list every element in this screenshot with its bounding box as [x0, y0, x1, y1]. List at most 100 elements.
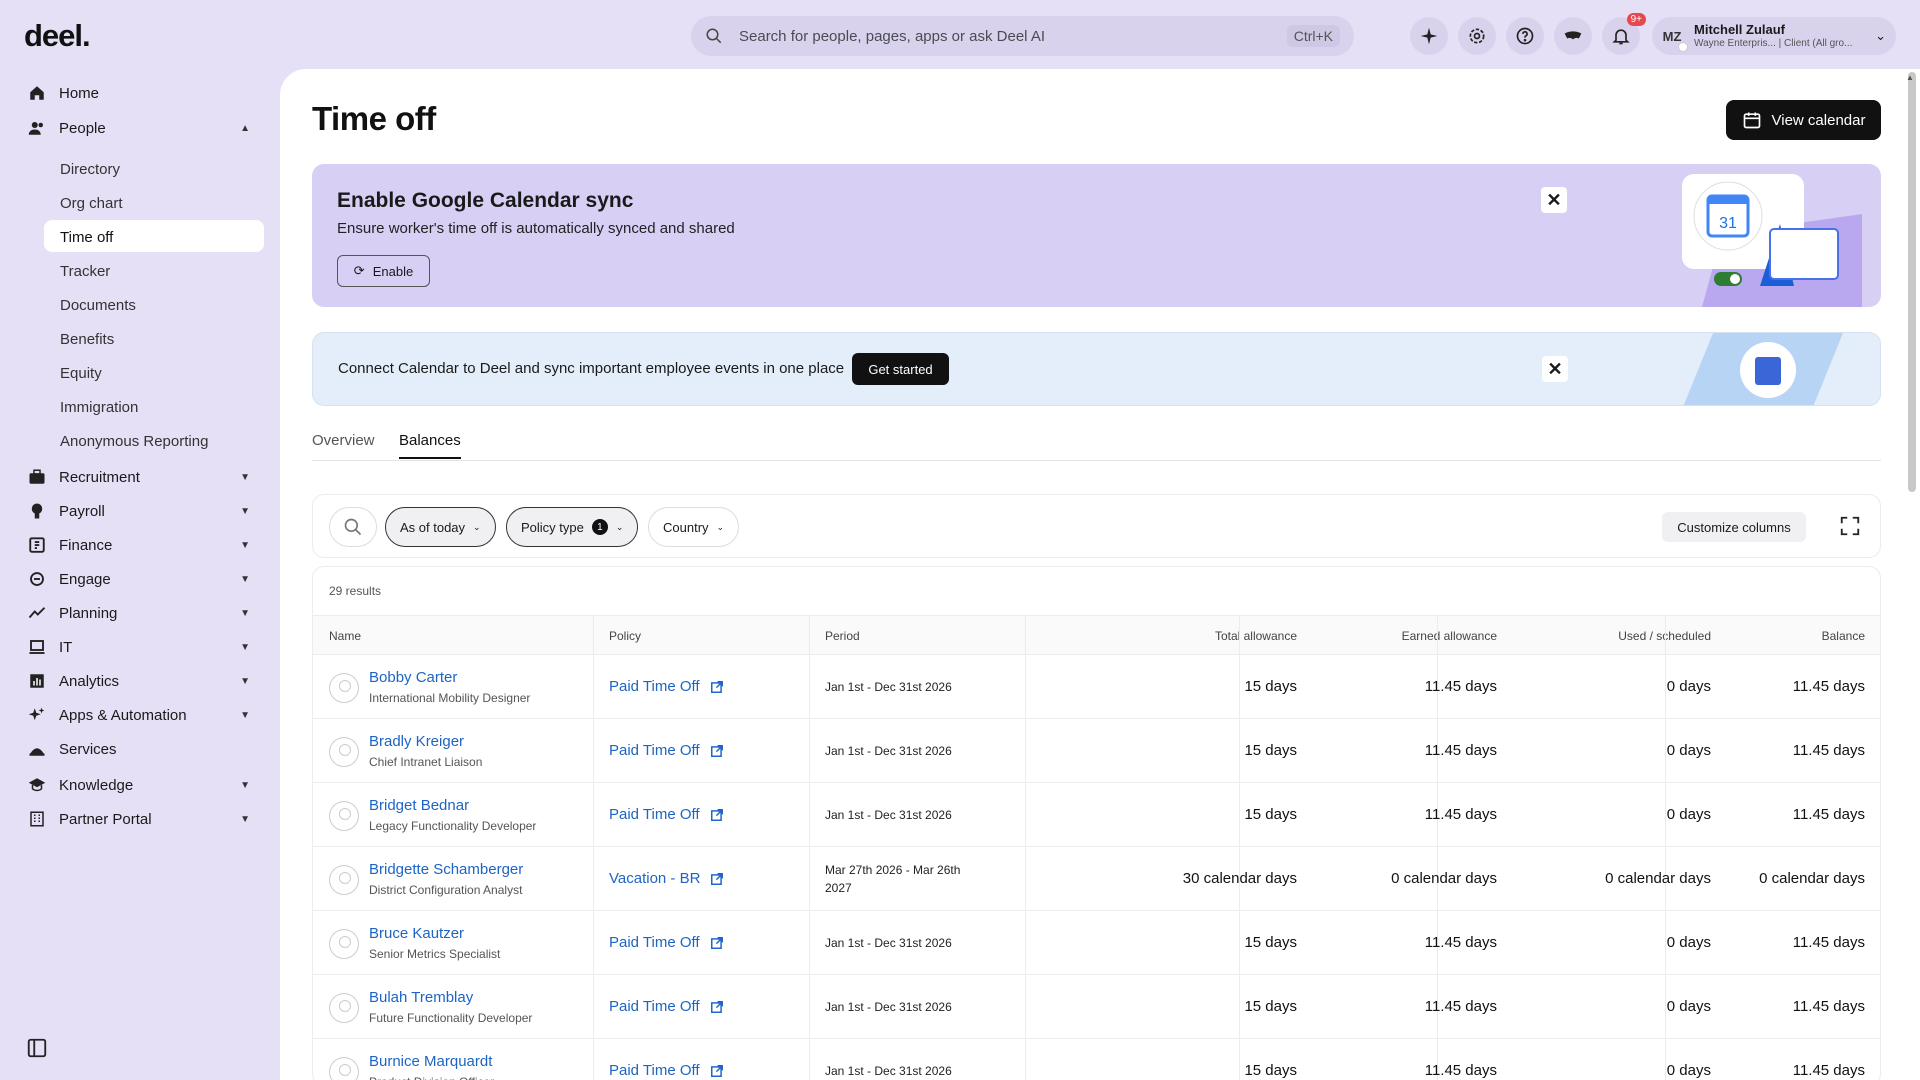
- sidebar-item-planning[interactable]: Planning ▼: [28, 604, 250, 622]
- chevron-down-icon: ▼: [240, 573, 250, 585]
- mask-icon: [1564, 31, 1582, 40]
- employee-name-link[interactable]: Burnice Marquardt: [369, 1053, 492, 1070]
- close-icon: ✕: [1547, 358, 1563, 379]
- header-total-allowance[interactable]: Total allowance: [1173, 629, 1297, 643]
- sidebar-item-label: Knowledge: [59, 776, 134, 794]
- chevron-down-icon: ▼: [240, 505, 250, 517]
- fullscreen-icon[interactable]: [1839, 515, 1861, 537]
- sidebar-sub-benefits[interactable]: Benefits: [44, 322, 264, 354]
- sidebar-item-apps-automation[interactable]: Apps & Automation ▼: [28, 706, 250, 724]
- total-allowance: 15 days: [1244, 934, 1297, 951]
- global-search-input[interactable]: Search for people, pages, apps or ask De…: [691, 16, 1354, 56]
- employee-role: Chief Intranet Liaison: [369, 755, 483, 769]
- header-earned-allowance[interactable]: Earned allowance: [1373, 629, 1497, 643]
- view-calendar-label: View calendar: [1771, 111, 1866, 129]
- total-allowance: 15 days: [1244, 742, 1297, 759]
- sidebar: Home People ▲ Directory Org chart Time o…: [0, 72, 280, 1080]
- chevron-down-icon: ▼: [240, 539, 250, 551]
- policy-type-filter[interactable]: Policy type 1 ⌄: [506, 507, 639, 547]
- table-row: Bobby Carter International Mobility Desig…: [313, 655, 1880, 719]
- sidebar-item-payroll[interactable]: Payroll ▼: [28, 502, 250, 520]
- enable-button[interactable]: ⟳ Enable: [337, 255, 430, 287]
- policy-link[interactable]: Paid Time Off: [609, 998, 724, 1015]
- google-calendar-banner: Enable Google Calendar sync Ensure worke…: [312, 164, 1881, 307]
- scroll-up-icon[interactable]: ▲: [1906, 73, 1914, 82]
- sidebar-sub-equity[interactable]: Equity: [44, 356, 264, 388]
- sidebar-sub-immigration[interactable]: Immigration: [44, 390, 264, 422]
- employee-name-link[interactable]: Bridget Bednar: [369, 797, 469, 814]
- earned-allowance: 11.45 days: [1424, 934, 1497, 951]
- help-button[interactable]: [1506, 17, 1544, 55]
- page-scrollbar[interactable]: [1908, 72, 1916, 492]
- sidebar-sub-org-chart[interactable]: Org chart: [44, 186, 264, 218]
- tab-overview[interactable]: Overview: [312, 432, 375, 457]
- employee-name-link[interactable]: Bradly Kreiger: [369, 733, 464, 750]
- ai-sparkle-button[interactable]: [1410, 17, 1448, 55]
- policy-link[interactable]: Paid Time Off: [609, 1062, 724, 1079]
- header-name[interactable]: Name: [329, 629, 361, 643]
- header-used-scheduled[interactable]: Used / scheduled: [1567, 629, 1711, 643]
- avatar-initials: MZ: [1662, 28, 1682, 44]
- get-started-button[interactable]: Get started: [852, 353, 949, 385]
- close-google-banner-button[interactable]: ✕: [1541, 187, 1567, 213]
- sidebar-item-services[interactable]: Services: [28, 740, 250, 758]
- as-of-label: As of today: [400, 519, 466, 535]
- header-period[interactable]: Period: [825, 629, 860, 643]
- view-calendar-button[interactable]: View calendar: [1726, 100, 1881, 140]
- sidebar-item-it[interactable]: IT ▼: [28, 638, 250, 656]
- sidebar-sub-tracker[interactable]: Tracker: [44, 254, 264, 286]
- table-row: Bruce Kautzer Senior Metrics Specialist Pa…: [313, 911, 1880, 975]
- sidebar-sub-directory[interactable]: Directory: [44, 152, 264, 184]
- employee-name-link[interactable]: Bruce Kautzer: [369, 925, 464, 942]
- period: Jan 1st - Dec 31st 2026: [825, 744, 952, 758]
- country-label: Country: [663, 519, 709, 535]
- employee-name-link[interactable]: Bobby Carter: [369, 669, 457, 686]
- user-menu[interactable]: MZ Mitchell Zulauf Wayne Enterpris... | …: [1652, 17, 1896, 55]
- settings-button[interactable]: [1458, 17, 1496, 55]
- header-policy[interactable]: Policy: [609, 629, 641, 643]
- country-filter[interactable]: Country ⌄: [648, 507, 740, 547]
- sidebar-item-label: Home: [59, 84, 100, 102]
- policy-link[interactable]: Vacation - BR: [609, 870, 724, 887]
- sidebar-item-analytics[interactable]: Analytics ▼: [28, 672, 250, 690]
- table-search-button[interactable]: [329, 507, 377, 547]
- close-connect-banner-button[interactable]: ✕: [1542, 356, 1568, 382]
- notifications-button[interactable]: 9+: [1602, 13, 1646, 55]
- sidebar-item-knowledge[interactable]: Knowledge ▼: [28, 776, 250, 794]
- tab-balances[interactable]: Balances: [399, 432, 461, 459]
- employee-role: Product Division Officer: [369, 1075, 494, 1080]
- graduation-icon: [28, 776, 46, 794]
- sidebar-sub-time-off[interactable]: Time off: [44, 220, 264, 252]
- sidebar-item-partner-portal[interactable]: Partner Portal ▼: [28, 810, 250, 828]
- as-of-filter[interactable]: As of today ⌄: [385, 507, 496, 547]
- employee-role: International Mobility Designer: [369, 691, 531, 705]
- avatar: [329, 993, 359, 1023]
- tab-bar: Overview Balances: [312, 432, 1881, 461]
- policy-link[interactable]: Paid Time Off: [609, 678, 724, 695]
- policy-link[interactable]: Paid Time Off: [609, 934, 724, 951]
- sidebar-item-home[interactable]: Home: [28, 84, 250, 102]
- external-link-icon: [700, 872, 724, 886]
- earned-allowance: 11.45 days: [1424, 678, 1497, 695]
- policy-link[interactable]: Paid Time Off: [609, 742, 724, 759]
- employee-name-link[interactable]: Bridgette Schamberger: [369, 861, 523, 878]
- sidebar-item-people[interactable]: People ▲: [28, 119, 250, 137]
- policy-link[interactable]: Paid Time Off: [609, 806, 724, 823]
- sidebar-sub-documents[interactable]: Documents: [44, 288, 264, 320]
- collapse-sidebar-icon[interactable]: [26, 1037, 48, 1059]
- services-icon: [28, 740, 46, 758]
- employee-name-link[interactable]: Bulah Tremblay: [369, 989, 473, 1006]
- earned-allowance: 11.45 days: [1424, 998, 1497, 1015]
- sidebar-item-recruitment[interactable]: Recruitment ▼: [28, 468, 250, 486]
- sidebar-item-finance[interactable]: Finance ▼: [28, 536, 250, 554]
- mask-button[interactable]: [1554, 17, 1592, 55]
- header-balance[interactable]: Balance: [1753, 629, 1865, 643]
- sidebar-item-engage[interactable]: Engage ▼: [28, 570, 250, 588]
- total-allowance: 15 days: [1244, 998, 1297, 1015]
- customize-columns-button[interactable]: Customize columns: [1662, 512, 1806, 542]
- sidebar-item-label: Recruitment: [59, 468, 140, 486]
- deel-logo[interactable]: deel.: [24, 18, 91, 54]
- sidebar-item-label: Partner Portal: [59, 810, 152, 828]
- chevron-down-icon: ▼: [240, 779, 250, 791]
- sidebar-sub-anonymous-reporting[interactable]: Anonymous Reporting: [44, 424, 264, 456]
